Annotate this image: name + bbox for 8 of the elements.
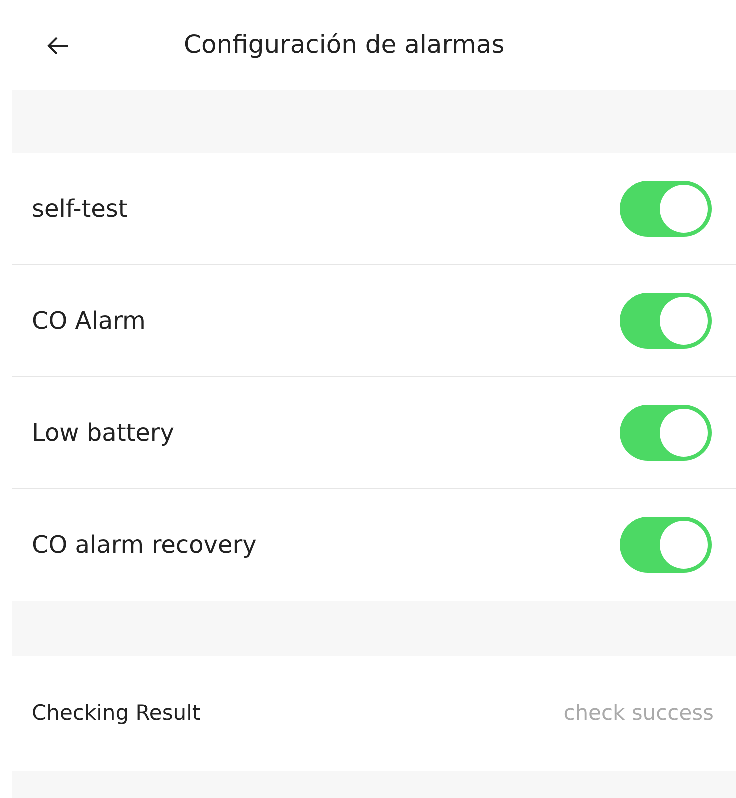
- setting-label: CO alarm recovery: [32, 530, 257, 561]
- back-arrow-icon: [47, 36, 69, 56]
- screen-title: Configuración de alarmas: [184, 29, 505, 62]
- setting-label: Low battery: [32, 418, 174, 448]
- result-value: check success: [564, 700, 714, 727]
- result-label: Checking Result: [32, 700, 201, 727]
- setting-label: self-test: [32, 194, 128, 224]
- setting-label: CO Alarm: [32, 306, 146, 336]
